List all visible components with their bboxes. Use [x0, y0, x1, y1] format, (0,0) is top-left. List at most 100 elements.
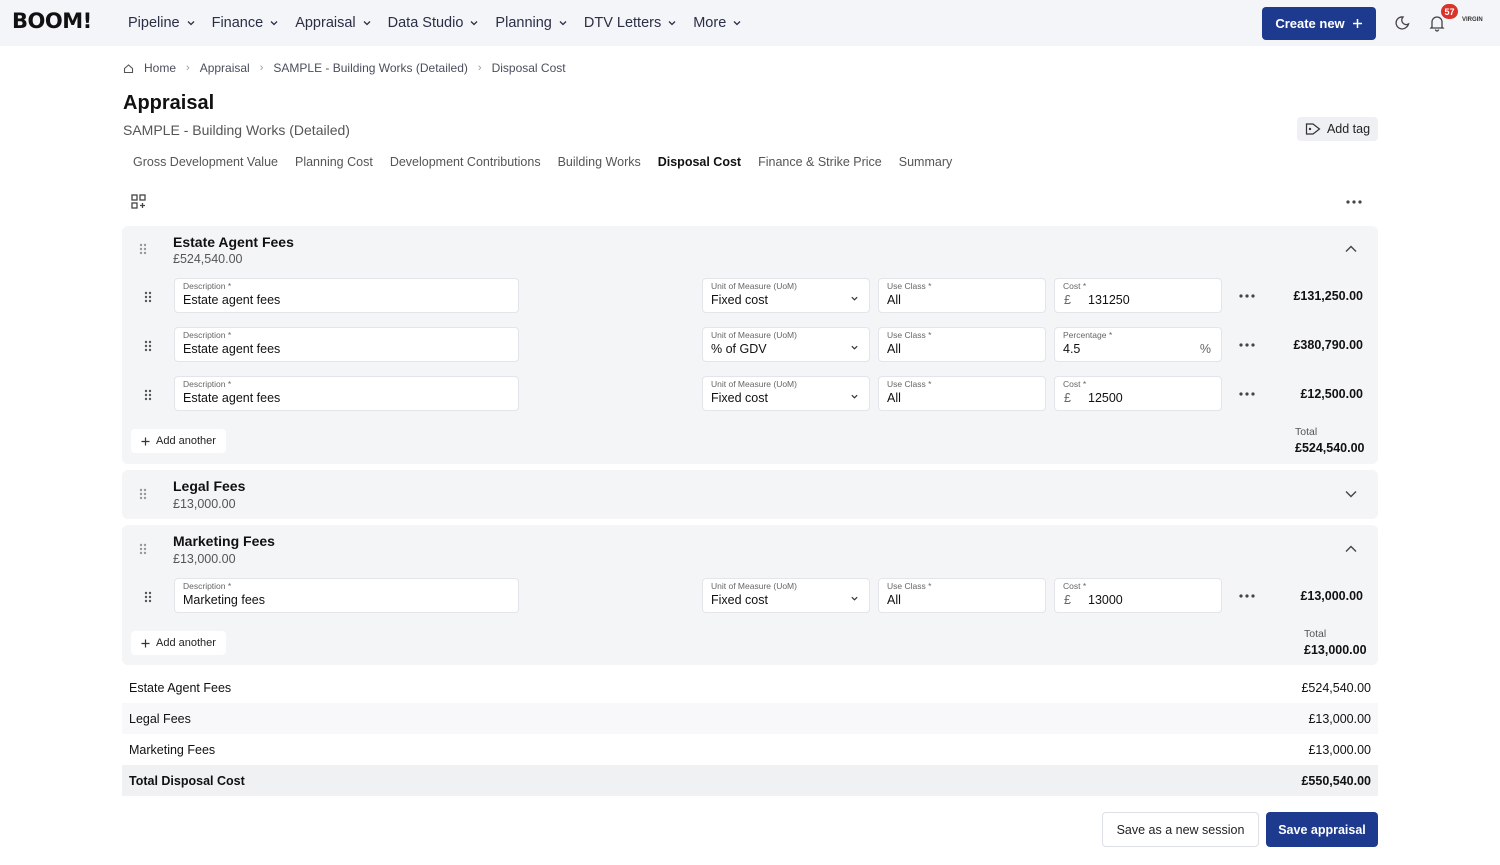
description-field[interactable]: Description * Estate agent fees — [174, 327, 519, 362]
add-widget-icon[interactable] — [130, 193, 148, 211]
chevron-down-icon — [733, 21, 741, 26]
nav-item-finance[interactable]: Finance — [212, 15, 280, 31]
uom-select[interactable]: Unit of Measure (UoM) Fixed cost — [702, 578, 870, 613]
uom-select[interactable]: Unit of Measure (UoM) Fixed cost — [702, 376, 870, 411]
nav-item-label: Appraisal — [295, 15, 356, 31]
tab-disposal-cost[interactable]: Disposal Cost — [658, 155, 741, 169]
summary-value: £13,000.00 — [1308, 711, 1371, 726]
breadcrumb-sample[interactable]: SAMPLE - Building Works (Detailed) — [273, 61, 468, 75]
description-value: Marketing fees — [183, 593, 265, 607]
uom-select[interactable]: Unit of Measure (UoM) % of GDV — [702, 327, 870, 362]
chevron-down-icon — [187, 21, 195, 26]
percent-symbol: % — [1199, 342, 1211, 356]
chevron-right-icon: › — [186, 62, 190, 74]
drag-handle-icon[interactable] — [138, 242, 148, 256]
save-as-new-session-button[interactable]: Save as a new session — [1102, 812, 1259, 847]
plus-icon — [1352, 19, 1362, 28]
currency-symbol: £ — [1064, 293, 1071, 307]
row-more-options-icon[interactable] — [1237, 291, 1257, 301]
use-class-field[interactable]: Use Class * All — [878, 578, 1046, 613]
field-label: Unit of Measure (UoM) — [711, 379, 797, 389]
section-title: Marketing Fees — [173, 533, 275, 549]
section-amount: £524,540.00 — [173, 252, 243, 266]
drag-handle-icon[interactable] — [143, 590, 153, 604]
drag-handle-icon[interactable] — [143, 290, 153, 304]
row-total: £12,500.00 — [1300, 387, 1363, 401]
description-field[interactable]: Description * Estate agent fees — [174, 278, 519, 313]
cost-field[interactable]: Cost * £131250 — [1054, 278, 1222, 313]
summary-total-row: Total Disposal Cost £550,540.00 — [122, 765, 1378, 796]
nav-item-label: Finance — [211, 15, 264, 31]
nav-item-data-studio[interactable]: Data Studio — [388, 15, 480, 31]
drag-handle-icon[interactable] — [143, 339, 153, 353]
save-appraisal-button[interactable]: Save appraisal — [1266, 812, 1378, 847]
summary-value: £13,000.00 — [1308, 742, 1371, 757]
uom-value: Fixed cost — [711, 293, 768, 307]
nav-item-planning[interactable]: Planning — [495, 15, 567, 31]
more-options-icon[interactable] — [1344, 195, 1364, 209]
summary-value: £524,540.00 — [1301, 680, 1371, 695]
chevron-down-icon[interactable] — [1344, 487, 1358, 501]
add-tag-button[interactable]: Add tag — [1297, 117, 1378, 141]
chevron-up-icon[interactable] — [1344, 242, 1358, 256]
create-new-button[interactable]: Create new — [1262, 7, 1376, 40]
use-class-field[interactable]: Use Class * All — [878, 376, 1046, 411]
use-class-value: All — [887, 593, 901, 607]
drag-handle-icon[interactable] — [138, 487, 148, 501]
tab-finance-strike-price[interactable]: Finance & Strike Price — [758, 155, 882, 169]
cost-field[interactable]: Cost * £13000 — [1054, 578, 1222, 613]
description-field[interactable]: Description * Estate agent fees — [174, 376, 519, 411]
nav-item-more[interactable]: More — [693, 15, 742, 31]
breadcrumb-appraisal[interactable]: Appraisal — [200, 61, 250, 75]
app-logo[interactable]: BOOM! — [12, 9, 92, 33]
tab-summary[interactable]: Summary — [899, 155, 952, 169]
row-more-options-icon[interactable] — [1237, 591, 1257, 601]
summary-label: Estate Agent Fees — [129, 680, 232, 695]
tag-icon — [1305, 123, 1321, 135]
add-another-label: Add another — [156, 637, 216, 649]
uom-select[interactable]: Unit of Measure (UoM) Fixed cost — [702, 278, 870, 313]
section-total-value: £13,000.00 — [1304, 643, 1367, 657]
nav-item-dtv-letters[interactable]: DTV Letters — [584, 15, 677, 31]
moon-icon[interactable] — [1394, 14, 1412, 32]
tab-building-works[interactable]: Building Works — [558, 155, 641, 169]
chevron-down-icon — [851, 394, 858, 399]
row-more-options-icon[interactable] — [1237, 389, 1257, 399]
tab-gross-development-value[interactable]: Gross Development Value — [133, 155, 278, 169]
field-label: Unit of Measure (UoM) — [711, 581, 797, 591]
chevron-up-icon[interactable] — [1344, 542, 1358, 556]
disposal-summary-table: Estate Agent Fees £524,540.00 Legal Fees £… — [122, 672, 1378, 796]
nav-item-pipeline[interactable]: Pipeline — [128, 15, 196, 31]
cost-field[interactable]: Cost * £12500 — [1054, 376, 1222, 411]
field-label: Description * — [183, 581, 232, 591]
tab-planning-cost[interactable]: Planning Cost — [295, 155, 373, 169]
add-another-button[interactable]: Add another — [131, 631, 226, 655]
avatar[interactable]: VIRGIN — [1462, 17, 1483, 23]
row-more-options-icon[interactable] — [1237, 340, 1257, 350]
cost-value: 13000 — [1088, 593, 1123, 607]
add-another-button[interactable]: Add another — [131, 429, 226, 453]
uom-value: Fixed cost — [711, 593, 768, 607]
percentage-field[interactable]: Percentage * 4.5% — [1054, 327, 1222, 362]
section-total-value: £524,540.00 — [1295, 441, 1365, 455]
breadcrumb-home[interactable]: Home — [144, 61, 176, 75]
field-label: Description * — [183, 281, 232, 291]
use-class-field[interactable]: Use Class * All — [878, 278, 1046, 313]
drag-handle-icon[interactable] — [143, 388, 153, 402]
nav-item-label: Data Studio — [387, 15, 464, 31]
use-class-value: All — [887, 342, 901, 356]
description-value: Estate agent fees — [183, 342, 281, 356]
use-class-field[interactable]: Use Class * All — [878, 327, 1046, 362]
description-value: Estate agent fees — [183, 293, 281, 307]
chevron-right-icon: › — [259, 62, 264, 74]
plus-icon — [141, 437, 150, 445]
top-navigation-bar: BOOM! Pipeline Finance Appraisal Data St… — [0, 0, 1500, 46]
nav-item-appraisal[interactable]: Appraisal — [295, 15, 371, 31]
tab-development-contributions[interactable]: Development Contributions — [390, 155, 541, 169]
drag-handle-icon[interactable] — [138, 542, 148, 556]
field-label: Use Class * — [887, 330, 932, 340]
chevron-down-icon — [851, 596, 858, 601]
field-label: Use Class * — [887, 379, 932, 389]
description-field[interactable]: Description * Marketing fees — [174, 578, 519, 613]
uom-value: Fixed cost — [711, 391, 768, 405]
